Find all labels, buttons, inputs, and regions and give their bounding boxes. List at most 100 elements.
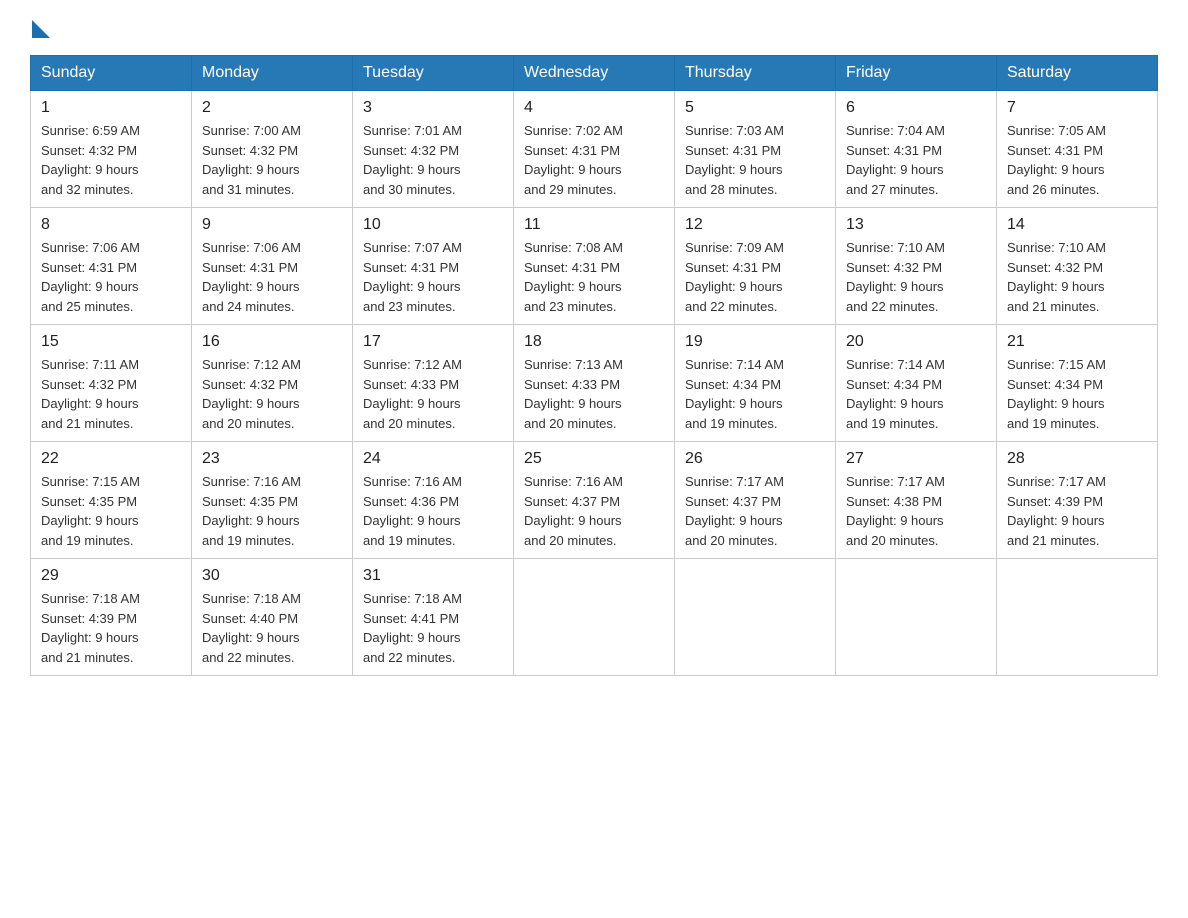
day-info: Sunrise: 7:15 AM Sunset: 4:34 PM Dayligh… (1007, 355, 1147, 433)
day-info: Sunrise: 7:00 AM Sunset: 4:32 PM Dayligh… (202, 121, 342, 199)
calendar-cell: 11 Sunrise: 7:08 AM Sunset: 4:31 PM Dayl… (514, 208, 675, 325)
calendar-cell: 5 Sunrise: 7:03 AM Sunset: 4:31 PM Dayli… (675, 91, 836, 208)
calendar-week-row: 22 Sunrise: 7:15 AM Sunset: 4:35 PM Dayl… (31, 442, 1158, 559)
day-info: Sunrise: 7:14 AM Sunset: 4:34 PM Dayligh… (685, 355, 825, 433)
day-info: Sunrise: 7:10 AM Sunset: 4:32 PM Dayligh… (846, 238, 986, 316)
day-info: Sunrise: 7:17 AM Sunset: 4:39 PM Dayligh… (1007, 472, 1147, 550)
day-number: 22 (41, 450, 181, 468)
logo-arrow-icon (32, 20, 50, 38)
day-info: Sunrise: 7:16 AM Sunset: 4:36 PM Dayligh… (363, 472, 503, 550)
calendar-cell: 15 Sunrise: 7:11 AM Sunset: 4:32 PM Dayl… (31, 325, 192, 442)
day-of-week-header-monday: Monday (192, 56, 353, 91)
calendar-cell (675, 559, 836, 676)
calendar-week-row: 8 Sunrise: 7:06 AM Sunset: 4:31 PM Dayli… (31, 208, 1158, 325)
day-number: 2 (202, 99, 342, 117)
day-info: Sunrise: 7:17 AM Sunset: 4:37 PM Dayligh… (685, 472, 825, 550)
calendar-cell: 24 Sunrise: 7:16 AM Sunset: 4:36 PM Dayl… (353, 442, 514, 559)
day-number: 24 (363, 450, 503, 468)
day-info: Sunrise: 7:06 AM Sunset: 4:31 PM Dayligh… (41, 238, 181, 316)
day-info: Sunrise: 7:18 AM Sunset: 4:41 PM Dayligh… (363, 589, 503, 667)
day-info: Sunrise: 7:02 AM Sunset: 4:31 PM Dayligh… (524, 121, 664, 199)
calendar-cell: 20 Sunrise: 7:14 AM Sunset: 4:34 PM Dayl… (836, 325, 997, 442)
calendar-cell: 21 Sunrise: 7:15 AM Sunset: 4:34 PM Dayl… (997, 325, 1158, 442)
calendar-cell (514, 559, 675, 676)
calendar-cell: 19 Sunrise: 7:14 AM Sunset: 4:34 PM Dayl… (675, 325, 836, 442)
day-number: 20 (846, 333, 986, 351)
calendar-cell: 2 Sunrise: 7:00 AM Sunset: 4:32 PM Dayli… (192, 91, 353, 208)
calendar-cell: 28 Sunrise: 7:17 AM Sunset: 4:39 PM Dayl… (997, 442, 1158, 559)
calendar-cell (836, 559, 997, 676)
calendar-cell: 31 Sunrise: 7:18 AM Sunset: 4:41 PM Dayl… (353, 559, 514, 676)
day-info: Sunrise: 7:12 AM Sunset: 4:33 PM Dayligh… (363, 355, 503, 433)
day-number: 8 (41, 216, 181, 234)
day-info: Sunrise: 7:14 AM Sunset: 4:34 PM Dayligh… (846, 355, 986, 433)
day-number: 27 (846, 450, 986, 468)
day-number: 23 (202, 450, 342, 468)
day-number: 31 (363, 567, 503, 585)
logo (30, 20, 50, 45)
day-number: 29 (41, 567, 181, 585)
day-of-week-header-tuesday: Tuesday (353, 56, 514, 91)
calendar-table: SundayMondayTuesdayWednesdayThursdayFrid… (30, 55, 1158, 676)
day-info: Sunrise: 7:09 AM Sunset: 4:31 PM Dayligh… (685, 238, 825, 316)
day-number: 14 (1007, 216, 1147, 234)
day-number: 16 (202, 333, 342, 351)
day-number: 21 (1007, 333, 1147, 351)
day-number: 25 (524, 450, 664, 468)
day-info: Sunrise: 7:03 AM Sunset: 4:31 PM Dayligh… (685, 121, 825, 199)
calendar-week-row: 1 Sunrise: 6:59 AM Sunset: 4:32 PM Dayli… (31, 91, 1158, 208)
calendar-cell: 1 Sunrise: 6:59 AM Sunset: 4:32 PM Dayli… (31, 91, 192, 208)
day-number: 7 (1007, 99, 1147, 117)
calendar-cell: 27 Sunrise: 7:17 AM Sunset: 4:38 PM Dayl… (836, 442, 997, 559)
day-number: 3 (363, 99, 503, 117)
calendar-cell: 8 Sunrise: 7:06 AM Sunset: 4:31 PM Dayli… (31, 208, 192, 325)
calendar-cell: 12 Sunrise: 7:09 AM Sunset: 4:31 PM Dayl… (675, 208, 836, 325)
day-number: 18 (524, 333, 664, 351)
calendar-cell: 17 Sunrise: 7:12 AM Sunset: 4:33 PM Dayl… (353, 325, 514, 442)
calendar-cell: 14 Sunrise: 7:10 AM Sunset: 4:32 PM Dayl… (997, 208, 1158, 325)
calendar-cell: 22 Sunrise: 7:15 AM Sunset: 4:35 PM Dayl… (31, 442, 192, 559)
day-number: 12 (685, 216, 825, 234)
day-info: Sunrise: 7:11 AM Sunset: 4:32 PM Dayligh… (41, 355, 181, 433)
calendar-cell: 6 Sunrise: 7:04 AM Sunset: 4:31 PM Dayli… (836, 91, 997, 208)
day-info: Sunrise: 7:08 AM Sunset: 4:31 PM Dayligh… (524, 238, 664, 316)
day-info: Sunrise: 7:12 AM Sunset: 4:32 PM Dayligh… (202, 355, 342, 433)
calendar-cell: 18 Sunrise: 7:13 AM Sunset: 4:33 PM Dayl… (514, 325, 675, 442)
day-info: Sunrise: 7:17 AM Sunset: 4:38 PM Dayligh… (846, 472, 986, 550)
day-of-week-header-sunday: Sunday (31, 56, 192, 91)
day-info: Sunrise: 7:15 AM Sunset: 4:35 PM Dayligh… (41, 472, 181, 550)
day-number: 13 (846, 216, 986, 234)
day-number: 15 (41, 333, 181, 351)
day-info: Sunrise: 7:05 AM Sunset: 4:31 PM Dayligh… (1007, 121, 1147, 199)
calendar-week-row: 29 Sunrise: 7:18 AM Sunset: 4:39 PM Dayl… (31, 559, 1158, 676)
day-info: Sunrise: 7:18 AM Sunset: 4:40 PM Dayligh… (202, 589, 342, 667)
day-info: Sunrise: 7:16 AM Sunset: 4:37 PM Dayligh… (524, 472, 664, 550)
calendar-cell: 25 Sunrise: 7:16 AM Sunset: 4:37 PM Dayl… (514, 442, 675, 559)
calendar-week-row: 15 Sunrise: 7:11 AM Sunset: 4:32 PM Dayl… (31, 325, 1158, 442)
day-info: Sunrise: 7:01 AM Sunset: 4:32 PM Dayligh… (363, 121, 503, 199)
calendar-cell: 10 Sunrise: 7:07 AM Sunset: 4:31 PM Dayl… (353, 208, 514, 325)
day-number: 11 (524, 216, 664, 234)
calendar-cell: 7 Sunrise: 7:05 AM Sunset: 4:31 PM Dayli… (997, 91, 1158, 208)
day-info: Sunrise: 7:06 AM Sunset: 4:31 PM Dayligh… (202, 238, 342, 316)
day-number: 26 (685, 450, 825, 468)
day-number: 6 (846, 99, 986, 117)
day-number: 30 (202, 567, 342, 585)
day-number: 4 (524, 99, 664, 117)
calendar-header-row: SundayMondayTuesdayWednesdayThursdayFrid… (31, 56, 1158, 91)
day-info: Sunrise: 6:59 AM Sunset: 4:32 PM Dayligh… (41, 121, 181, 199)
day-number: 9 (202, 216, 342, 234)
day-number: 1 (41, 99, 181, 117)
calendar-cell: 9 Sunrise: 7:06 AM Sunset: 4:31 PM Dayli… (192, 208, 353, 325)
day-of-week-header-friday: Friday (836, 56, 997, 91)
calendar-cell: 4 Sunrise: 7:02 AM Sunset: 4:31 PM Dayli… (514, 91, 675, 208)
day-info: Sunrise: 7:07 AM Sunset: 4:31 PM Dayligh… (363, 238, 503, 316)
calendar-cell: 30 Sunrise: 7:18 AM Sunset: 4:40 PM Dayl… (192, 559, 353, 676)
page-header (30, 20, 1158, 45)
calendar-cell (997, 559, 1158, 676)
day-number: 19 (685, 333, 825, 351)
calendar-cell: 29 Sunrise: 7:18 AM Sunset: 4:39 PM Dayl… (31, 559, 192, 676)
calendar-cell: 3 Sunrise: 7:01 AM Sunset: 4:32 PM Dayli… (353, 91, 514, 208)
day-info: Sunrise: 7:13 AM Sunset: 4:33 PM Dayligh… (524, 355, 664, 433)
day-info: Sunrise: 7:16 AM Sunset: 4:35 PM Dayligh… (202, 472, 342, 550)
